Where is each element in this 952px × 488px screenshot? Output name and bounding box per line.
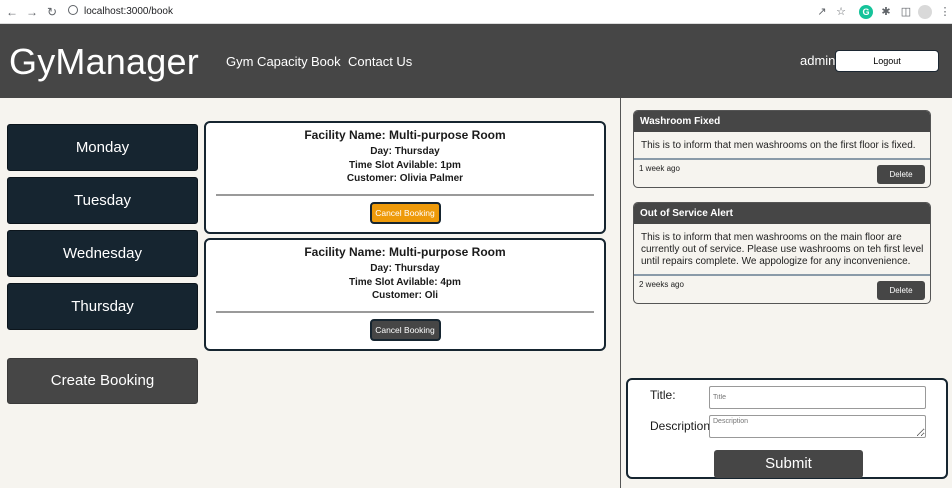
description-label: Description <box>650 419 711 433</box>
nav-gym-capacity[interactable]: Gym Capacity <box>226 54 308 69</box>
cancel-booking-button[interactable]: Cancel Booking <box>369 201 441 224</box>
cancel-booking-button[interactable]: Cancel Booking <box>369 318 441 341</box>
announcement-footer: 2 weeks ago Delete <box>634 276 930 303</box>
booking-divider <box>216 310 594 313</box>
booking-day: Day: Thursday <box>370 146 440 157</box>
submit-button[interactable]: Submit <box>714 450 863 478</box>
announcement-message: This is to inform that men washrooms on … <box>634 224 930 276</box>
booking-facility: Facility Name: Multi-purpose Room <box>304 128 506 142</box>
bookmark-star-icon[interactable]: ☆ <box>834 5 848 19</box>
app-header: GyManager Gym Capacity Book Contact Us a… <box>0 24 952 98</box>
create-booking-button[interactable]: Create Booking <box>7 358 198 404</box>
description-input[interactable] <box>709 415 926 438</box>
delete-announcement-button[interactable]: Delete <box>877 165 925 184</box>
announcement-form: Title: Description Submit <box>626 378 948 479</box>
title-input[interactable] <box>709 386 926 409</box>
booking-time: Time Slot Avilable: 1pm <box>349 159 461 171</box>
announcement-card: Out of Service Alert This is to inform t… <box>633 202 931 304</box>
grammarly-extension-icon[interactable]: G <box>859 5 873 19</box>
browser-toolbar: ← → ↻ localhost:3000/book ↗ ☆ G ✱ ◫ ⋮ <box>0 0 952 24</box>
reload-icon[interactable]: ↻ <box>44 4 60 20</box>
browser-menu-icon[interactable]: ⋮ <box>938 5 952 19</box>
announcement-message: This is to inform that men washrooms on … <box>634 132 930 160</box>
day-button-monday[interactable]: Monday <box>7 124 198 171</box>
day-button-wednesday[interactable]: Wednesday <box>7 230 198 277</box>
forward-icon[interactable]: → <box>24 4 40 20</box>
title-label: Title: <box>650 388 676 402</box>
day-button-tuesday[interactable]: Tuesday <box>7 177 198 224</box>
booking-facility: Facility Name: Multi-purpose Room <box>304 245 506 259</box>
nav-book[interactable]: Book <box>311 54 341 69</box>
current-user: admin <box>800 53 836 68</box>
booking-card: Facility Name: Multi-purpose Room Day: T… <box>204 238 606 351</box>
sidebar-icon[interactable]: ◫ <box>899 5 913 19</box>
site-info-icon[interactable] <box>68 5 78 15</box>
address-bar[interactable]: localhost:3000/book <box>68 3 173 21</box>
booking-customer: Customer: Oli <box>371 290 439 301</box>
nav-contact-us[interactable]: Contact Us <box>348 54 412 69</box>
booking-customer: Customer: Olivia Palmer <box>346 173 464 184</box>
announcement-time: 2 weeks ago <box>639 280 684 289</box>
profile-avatar-icon[interactable] <box>918 5 932 19</box>
announcement-title: Washroom Fixed <box>634 111 930 132</box>
back-icon[interactable]: ← <box>4 4 20 20</box>
booking-card: Facility Name: Multi-purpose Room Day: T… <box>204 121 606 234</box>
booking-time: Time Slot Avilable: 4pm <box>349 276 461 288</box>
url-text: localhost:3000/book <box>84 6 173 17</box>
announcement-title: Out of Service Alert <box>634 203 930 224</box>
announcement-footer: 1 week ago Delete <box>634 160 930 187</box>
extensions-puzzle-icon[interactable]: ✱ <box>879 5 893 19</box>
logout-button[interactable]: Logout <box>835 50 939 72</box>
announcement-card: Washroom Fixed This is to inform that me… <box>633 110 931 188</box>
booking-day: Day: Thursday <box>370 263 440 274</box>
brand-logo[interactable]: GyManager <box>9 41 199 83</box>
day-button-thursday[interactable]: Thursday <box>7 283 198 330</box>
share-icon[interactable]: ↗ <box>815 5 829 19</box>
booking-divider <box>216 193 594 196</box>
delete-announcement-button[interactable]: Delete <box>877 281 925 300</box>
panel-divider <box>620 98 621 488</box>
announcement-time: 1 week ago <box>639 164 680 173</box>
